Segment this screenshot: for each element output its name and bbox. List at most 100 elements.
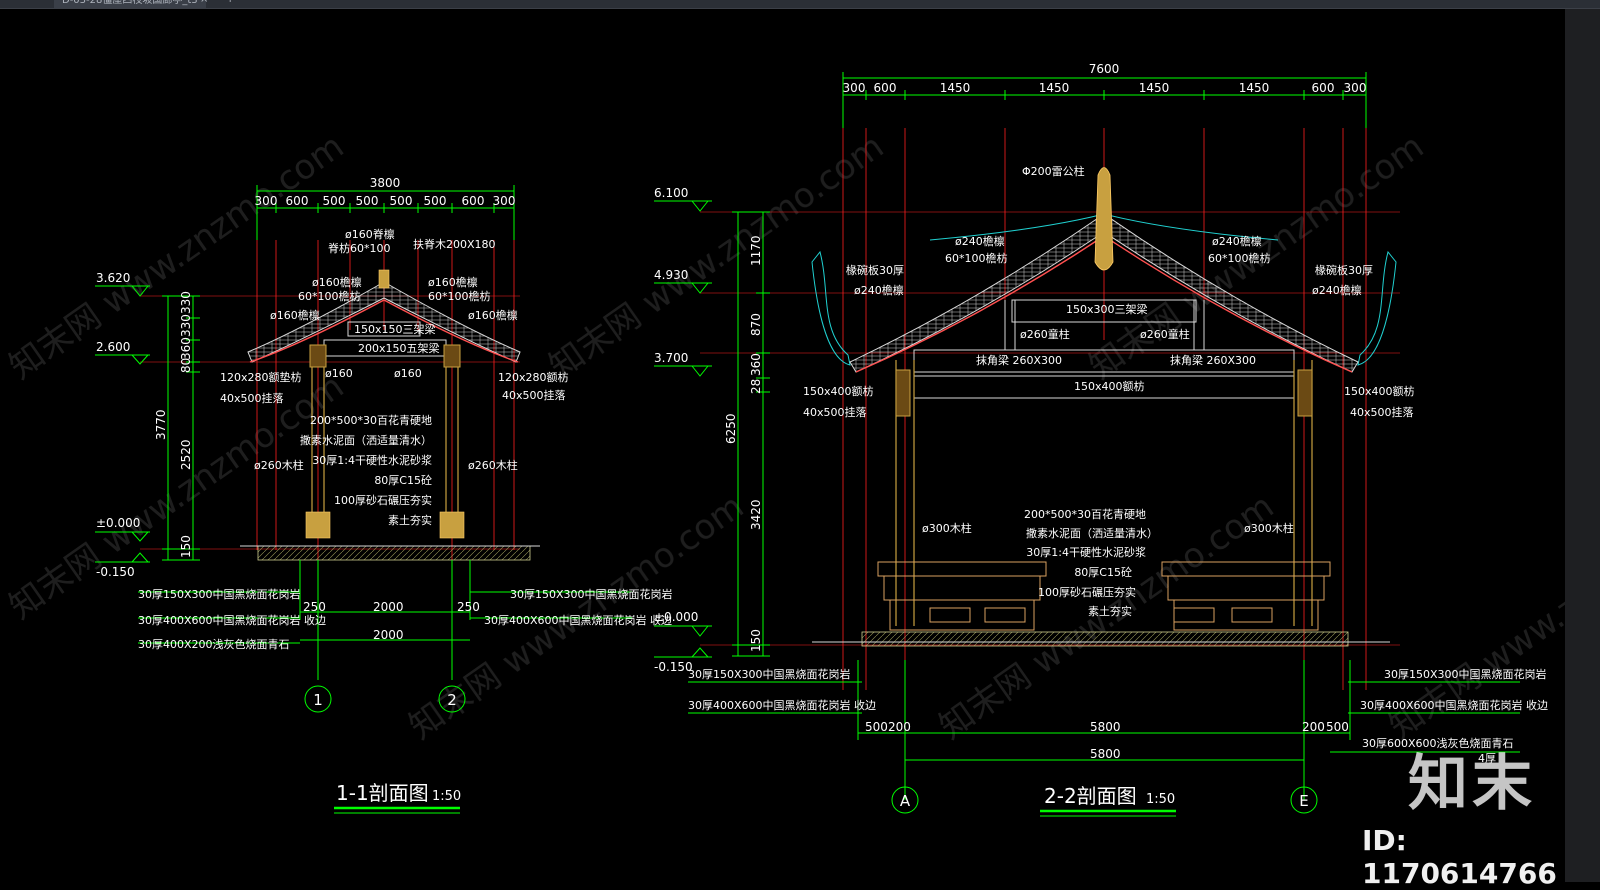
- dim-bottom: 2000: [373, 628, 404, 642]
- floor-layer: 80厚C15砼: [374, 474, 432, 487]
- section-scale: 1:50: [1146, 792, 1175, 807]
- cad-canvas[interactable]: 知末网 www.znzmo.com 知末网 www.znzmo.com 知末网 …: [0, 9, 1565, 882]
- annotation: 椽碗板30厚: [1315, 263, 1373, 277]
- dim-bottom: 5800: [1090, 720, 1121, 734]
- paving-label: 30厚150X300中国黑烧面花岗岩: [688, 667, 851, 681]
- dim-bottom: 500: [1326, 720, 1349, 734]
- annotation: ø260木柱: [468, 458, 518, 472]
- annotation: 200x150五架梁: [358, 341, 440, 355]
- level-label: -0.150: [654, 660, 693, 674]
- close-tab-icon[interactable]: ×: [200, 0, 208, 5]
- level-label: ±0.000: [96, 516, 140, 530]
- dim-segment: 1450: [1039, 81, 1070, 95]
- level-label: 2.600: [96, 340, 130, 354]
- dim-segment: 1450: [1139, 81, 1170, 95]
- annotation: 150x400额枋: [803, 384, 874, 398]
- annotation: ø160: [325, 367, 353, 380]
- dim-overall: 3800: [370, 176, 401, 190]
- dim-segment: 600: [286, 194, 309, 208]
- annotation: ø240檐檩: [1212, 234, 1262, 248]
- dim-vertical: 2520: [179, 439, 193, 470]
- dim-bottom: 250: [303, 600, 326, 614]
- dim-segment: 600: [462, 194, 485, 208]
- paving-label: 30厚150X300中国黑烧面花岗岩: [1384, 667, 1547, 681]
- section-title-2: 2-2剖面图 1:50: [1040, 784, 1176, 817]
- annotation: 扶脊木200X180: [413, 237, 496, 251]
- dim-vertical: 150: [749, 629, 763, 652]
- dim-vertical: 330: [179, 314, 193, 337]
- dim-vertical: 6250: [724, 413, 738, 444]
- section-scale: 1:50: [432, 789, 461, 804]
- annotation: 150x400额枋: [1074, 379, 1145, 393]
- floor-layer: 素土夯实: [388, 513, 432, 527]
- dim-segment: 600: [874, 81, 897, 95]
- dim-vertical: 3420: [749, 499, 763, 530]
- image-id-label: ID: 1170614766: [1362, 824, 1557, 890]
- dim-segment: 500: [323, 194, 346, 208]
- dim-segment: 500: [356, 194, 379, 208]
- dim-segment: 500: [390, 194, 413, 208]
- brand-logo: 知末: [1408, 749, 1536, 819]
- dim-bottom: 500: [865, 720, 888, 734]
- annotation: 60*100檐枋: [1208, 251, 1271, 265]
- dim-vertical: 1170: [749, 235, 763, 266]
- new-tab-icon[interactable]: +: [226, 0, 234, 5]
- annotation: ø300木柱: [922, 521, 972, 535]
- annotation: ø260童柱: [1140, 327, 1190, 341]
- section-title: 1-1剖面图: [336, 781, 429, 805]
- dim-vertical: 360: [749, 353, 763, 376]
- annotation: ø240檐檩: [955, 234, 1005, 248]
- axis-bubble-label: 1: [313, 691, 323, 709]
- annotation: 150x400额枋: [1344, 384, 1415, 398]
- watermark-layer: 知末网 www.znzmo.com 知末网 www.znzmo.com 知末网 …: [2, 126, 1565, 747]
- annotation: ø160檐檩: [428, 275, 478, 289]
- paving-label: 30厚400X600中国黑烧面花岗岩 收边: [484, 613, 672, 627]
- annotation: 60*100檐枋: [945, 251, 1008, 265]
- dim-vertical: 150: [179, 535, 193, 558]
- annotation: 40x500挂落: [1350, 405, 1414, 419]
- dim-vertical: 3770: [154, 409, 168, 440]
- annotation: 150x150三架梁: [354, 322, 436, 336]
- annotation: 120x280额垫枋: [220, 370, 302, 384]
- floor-layer: 30厚1:4干硬性水泥砂浆: [1026, 545, 1146, 559]
- level-label: 6.100: [654, 186, 688, 200]
- annotation: ø160: [394, 367, 422, 380]
- floor-layer: 100厚砂石碾压夯实: [1038, 585, 1136, 599]
- annotation: ø160檐檩: [468, 308, 518, 322]
- dim-bottom: 200: [888, 720, 911, 734]
- cad-drawing: 知末网 www.znzmo.com 知末网 www.znzmo.com 知末网 …: [2, 62, 1565, 817]
- annotation: 60*100檐枋: [428, 289, 491, 303]
- annotation: 脊枋60*100: [328, 241, 391, 255]
- section-2-2: 7600 300 600 1450 1450 1450 1450 600 300…: [654, 62, 1548, 817]
- floor-layer: 撒素水泥面（洒适量清水）: [1026, 526, 1158, 540]
- floor-layer: 200*500*30百花青硬地: [1024, 508, 1146, 521]
- dim-vertical: 870: [749, 313, 763, 336]
- annotation: ø300木柱: [1244, 521, 1294, 535]
- annotation: ø240檐檩: [854, 283, 904, 297]
- dim-segment: 300: [843, 81, 866, 95]
- paving-label: 30厚400X600中国黑烧面花岗岩 收边: [1360, 698, 1548, 712]
- level-label: ±0.000: [654, 610, 698, 624]
- floor-layer: 30厚1:4干硬性水泥砂浆: [312, 453, 432, 467]
- document-tab-bar: D-03-28僵屋四枝坡国廊亭_t3 × +: [0, 0, 1600, 9]
- paving-label: 30厚150X300中国黑烧面花岗岩: [138, 587, 301, 601]
- annotation: 40x500挂落: [220, 391, 284, 405]
- paving-label: 30厚400X600中国黑烧面花岗岩 收边: [138, 613, 326, 627]
- axis-bubble-label: 2: [447, 691, 457, 709]
- floor-layer: 撒素水泥面（洒适量清水）: [300, 433, 432, 447]
- document-tab[interactable]: D-03-28僵屋四枝坡国廊亭_t3: [54, 0, 206, 8]
- level-label: 3.700: [654, 351, 688, 365]
- floor-layer: 200*500*30百花青硬地: [310, 414, 432, 427]
- paving-label: 30厚150X300中国黑烧面花岗岩: [510, 587, 673, 601]
- axis-bubble-label: E: [1299, 792, 1308, 810]
- dim-segment: 500: [424, 194, 447, 208]
- annotation: ø160檐檩: [312, 275, 362, 289]
- annotation: 椽碗板30厚: [846, 263, 904, 277]
- dim-bottom: 2000: [373, 600, 404, 614]
- section-title-1: 1-1剖面图 1:50: [334, 781, 461, 814]
- annotation: ø260童柱: [1020, 327, 1070, 341]
- annotation: ø260木柱: [254, 458, 304, 472]
- annotation: ø160檐檩: [270, 308, 320, 322]
- dim-vertical: 28: [749, 379, 763, 394]
- level-label: -0.150: [96, 565, 135, 579]
